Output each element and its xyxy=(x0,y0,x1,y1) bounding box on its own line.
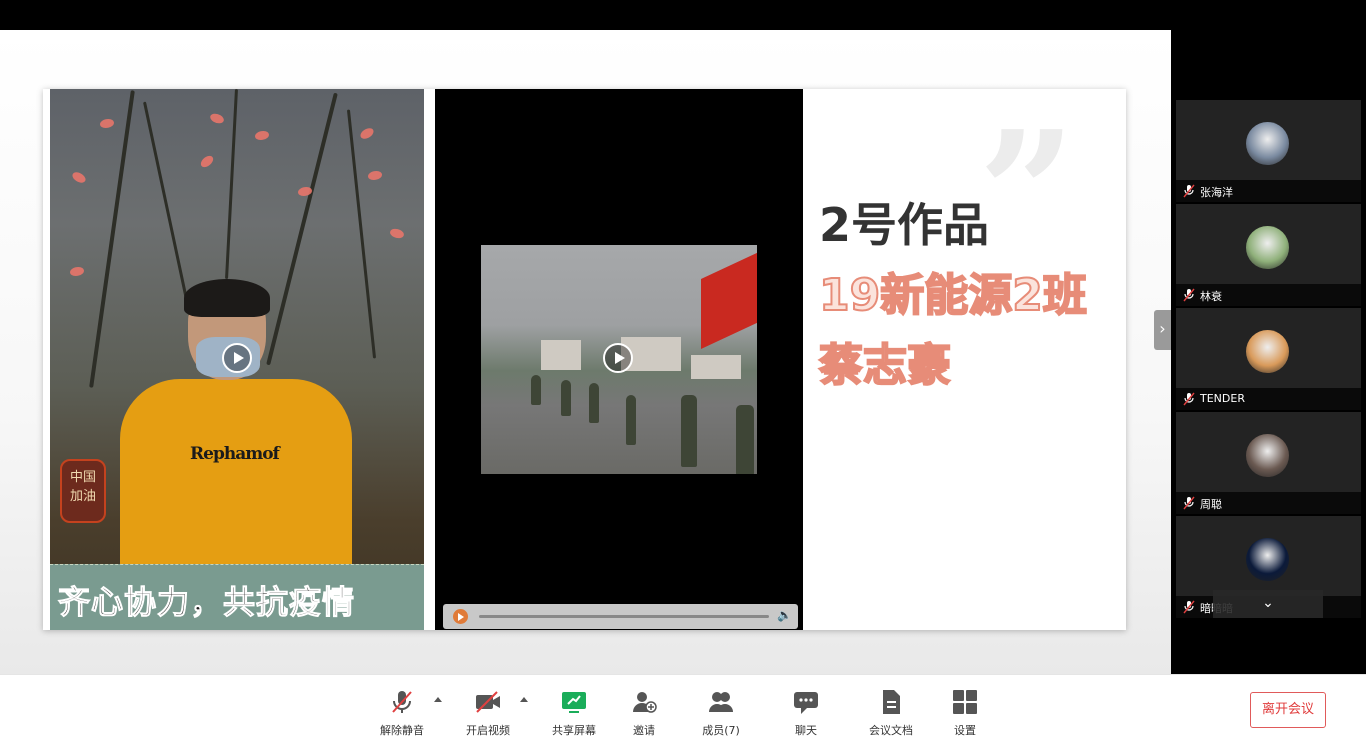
work-class: 19新能源2班 xyxy=(818,269,1088,322)
shirt-print: Rephamof xyxy=(190,444,280,464)
members-label: 成员(7) xyxy=(702,724,740,737)
space-avatar xyxy=(1246,538,1289,581)
share-screen-label: 共享屏幕 xyxy=(552,724,596,737)
members-button[interactable]: 成员(7) xyxy=(686,687,756,741)
audio-options-caret[interactable] xyxy=(434,697,442,702)
quote-mark-decoration: ” xyxy=(978,94,1076,294)
settings-label: 设置 xyxy=(954,724,976,737)
china-emblem: 中国 加油 xyxy=(60,459,106,523)
chat-button[interactable]: 聊天 xyxy=(771,687,841,741)
unmute-label: 解除静音 xyxy=(380,724,424,737)
participant-name-bar: 周聪 xyxy=(1176,492,1361,514)
participant-name-bar: 林衰 xyxy=(1176,284,1361,306)
share-screen-icon xyxy=(562,692,586,713)
work-author: 蔡志豪 xyxy=(818,339,952,392)
start-video-button[interactable]: 开启视频 xyxy=(453,687,523,741)
participant-name: 张海洋 xyxy=(1200,186,1233,199)
participant-name: 林衰 xyxy=(1200,290,1222,303)
participant-tile[interactable]: 林衰 xyxy=(1176,204,1361,306)
meeting-docs-button[interactable]: 会议文档 xyxy=(856,687,926,741)
leave-meeting-button[interactable]: 离开会议 xyxy=(1250,692,1326,728)
play-icon[interactable] xyxy=(222,343,252,373)
invite-label: 邀请 xyxy=(633,724,655,737)
mic-muted-icon xyxy=(1183,392,1195,406)
expand-panel-handle[interactable]: › xyxy=(1154,310,1171,350)
audio-player: 🔈 xyxy=(443,604,798,629)
settings-button[interactable]: 设置 xyxy=(930,687,1000,741)
video-caption: 齐心协力，共抗疫情 xyxy=(57,583,356,622)
photo-avatar xyxy=(1246,434,1289,477)
audio-play-button[interactable] xyxy=(453,609,468,624)
settings-grid-icon xyxy=(953,690,977,714)
middle-video-panel: 🔈 xyxy=(435,89,803,630)
document-icon xyxy=(883,690,900,714)
participant-tile[interactable]: 周聪 xyxy=(1176,412,1361,514)
add-user-icon xyxy=(633,692,657,713)
mic-muted-icon xyxy=(1183,600,1195,614)
participant-name-bar: TENDER xyxy=(1176,388,1361,410)
mic-muted-icon xyxy=(392,691,412,713)
play-icon[interactable] xyxy=(603,343,633,373)
march-video xyxy=(481,245,757,474)
red-flag xyxy=(701,251,757,349)
participant-tile[interactable]: TENDER xyxy=(1176,308,1361,410)
mic-muted-icon xyxy=(1183,496,1195,510)
meeting-toolbar: 解除静音 开启视频 共享屏幕 邀请 成员(7) 聊天 会议文档 设置 离开会议 xyxy=(0,674,1366,744)
unmute-button[interactable]: 解除静音 xyxy=(367,687,437,741)
chevron-down-icon[interactable]: ⌄ xyxy=(1213,590,1323,618)
audio-progress-track[interactable] xyxy=(479,615,769,618)
work-title: 2号作品 xyxy=(819,198,990,252)
members-icon xyxy=(709,692,733,712)
presentation-slide: Rephamof 中国 加油 齐心协力，共抗疫情 🔈 ” 2号作品 19新能源2… xyxy=(43,89,1126,630)
participant-list: 张海洋林衰TENDER周聪暗暗暗⌄ xyxy=(1176,100,1361,620)
camera-off-icon xyxy=(476,691,500,713)
meeting-docs-label: 会议文档 xyxy=(869,724,913,737)
meeting-window: Rephamof 中国 加油 齐心协力，共抗疫情 🔈 ” 2号作品 19新能源2… xyxy=(0,0,1366,744)
video-options-caret[interactable] xyxy=(520,697,528,702)
participant-name-bar: 张海洋 xyxy=(1176,180,1361,202)
invite-button[interactable]: 邀请 xyxy=(609,687,679,741)
shared-screen: Rephamof 中国 加油 齐心协力，共抗疫情 🔈 ” 2号作品 19新能源2… xyxy=(0,30,1171,674)
left-video-panel: Rephamof 中国 加油 齐心协力，共抗疫情 xyxy=(50,89,424,630)
person-hair xyxy=(184,279,270,317)
mic-muted-icon xyxy=(1183,288,1195,302)
cartoon-avatar xyxy=(1246,226,1289,269)
cartoon-avatar xyxy=(1246,330,1289,373)
volume-icon[interactable]: 🔈 xyxy=(777,608,792,622)
mic-muted-icon xyxy=(1183,184,1195,198)
chat-icon xyxy=(794,692,818,714)
share-screen-button[interactable]: 共享屏幕 xyxy=(539,687,609,741)
participant-name: TENDER xyxy=(1200,392,1245,405)
participant-tile[interactable]: 张海洋 xyxy=(1176,100,1361,202)
participant-name: 周聪 xyxy=(1200,498,1222,511)
start-video-label: 开启视频 xyxy=(466,724,510,737)
chat-label: 聊天 xyxy=(795,724,817,737)
photo-avatar xyxy=(1246,122,1289,165)
